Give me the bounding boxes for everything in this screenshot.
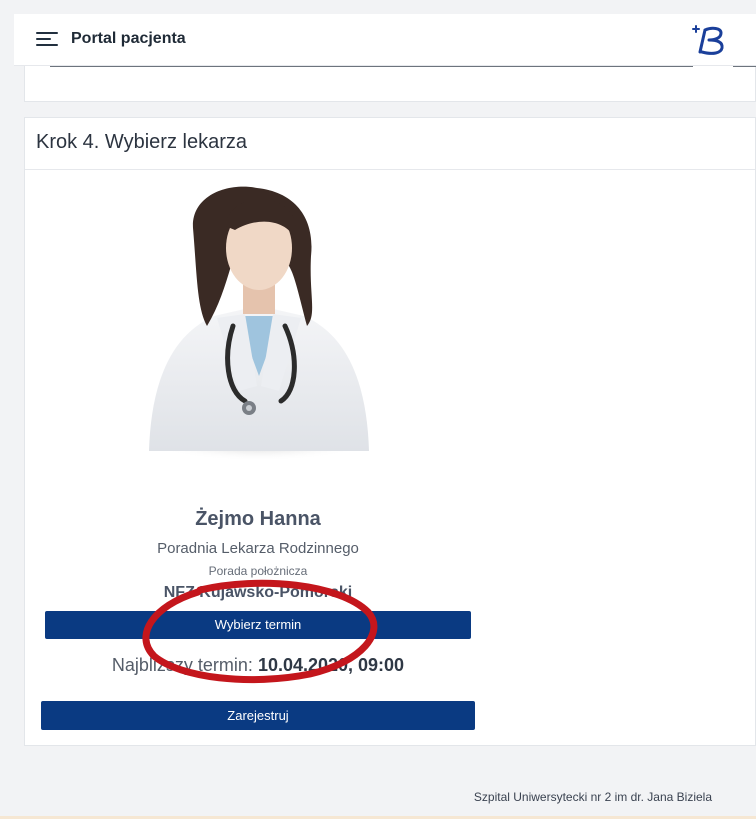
step-header: Krok 4. Wybierz lekarza — [25, 118, 755, 170]
step-title: Krok 4. Wybierz lekarza — [36, 131, 247, 153]
service-name: Porada położnicza — [208, 564, 308, 578]
nfz-branch: NFZ Kujawsko-Pomorski — [163, 584, 353, 601]
doctor-avatar-image — [147, 186, 371, 461]
previous-select-underline — [733, 66, 756, 67]
nearest-appointment-value: 10.04.2020, 09:00 — [257, 655, 405, 675]
portal-title: Portal pacjenta — [71, 30, 186, 47]
nearest-appointment-label: Najbliższy termin: — [111, 655, 258, 675]
register-button[interactable]: Zarejestruj — [41, 701, 475, 730]
nearest-appointment: Najbliższy termin: 10.04.2020, 09:00 — [41, 655, 475, 676]
previous-step-card — [24, 66, 756, 102]
choose-term-button[interactable]: Wybierz termin — [45, 611, 471, 639]
doctor-card: Żejmo Hanna Poradnia Lekarza Rodzinnego … — [41, 186, 475, 736]
footer-hospital-name: Szpital Uniwersytecki nr 2 im dr. Jana B… — [473, 790, 712, 804]
previous-select-underline — [50, 66, 693, 67]
choose-doctor-card: Krok 4. Wybierz lekarza Żejmo Hanna Pora… — [24, 117, 756, 746]
top-bar: Portal pacjenta — [14, 14, 756, 66]
clinic-name: Poradnia Lekarza Rodzinnego — [157, 540, 359, 557]
hamburger-menu-icon[interactable] — [36, 30, 58, 48]
doctor-name: Żejmo Hanna — [195, 508, 321, 530]
brand-logo-icon[interactable] — [690, 22, 730, 58]
